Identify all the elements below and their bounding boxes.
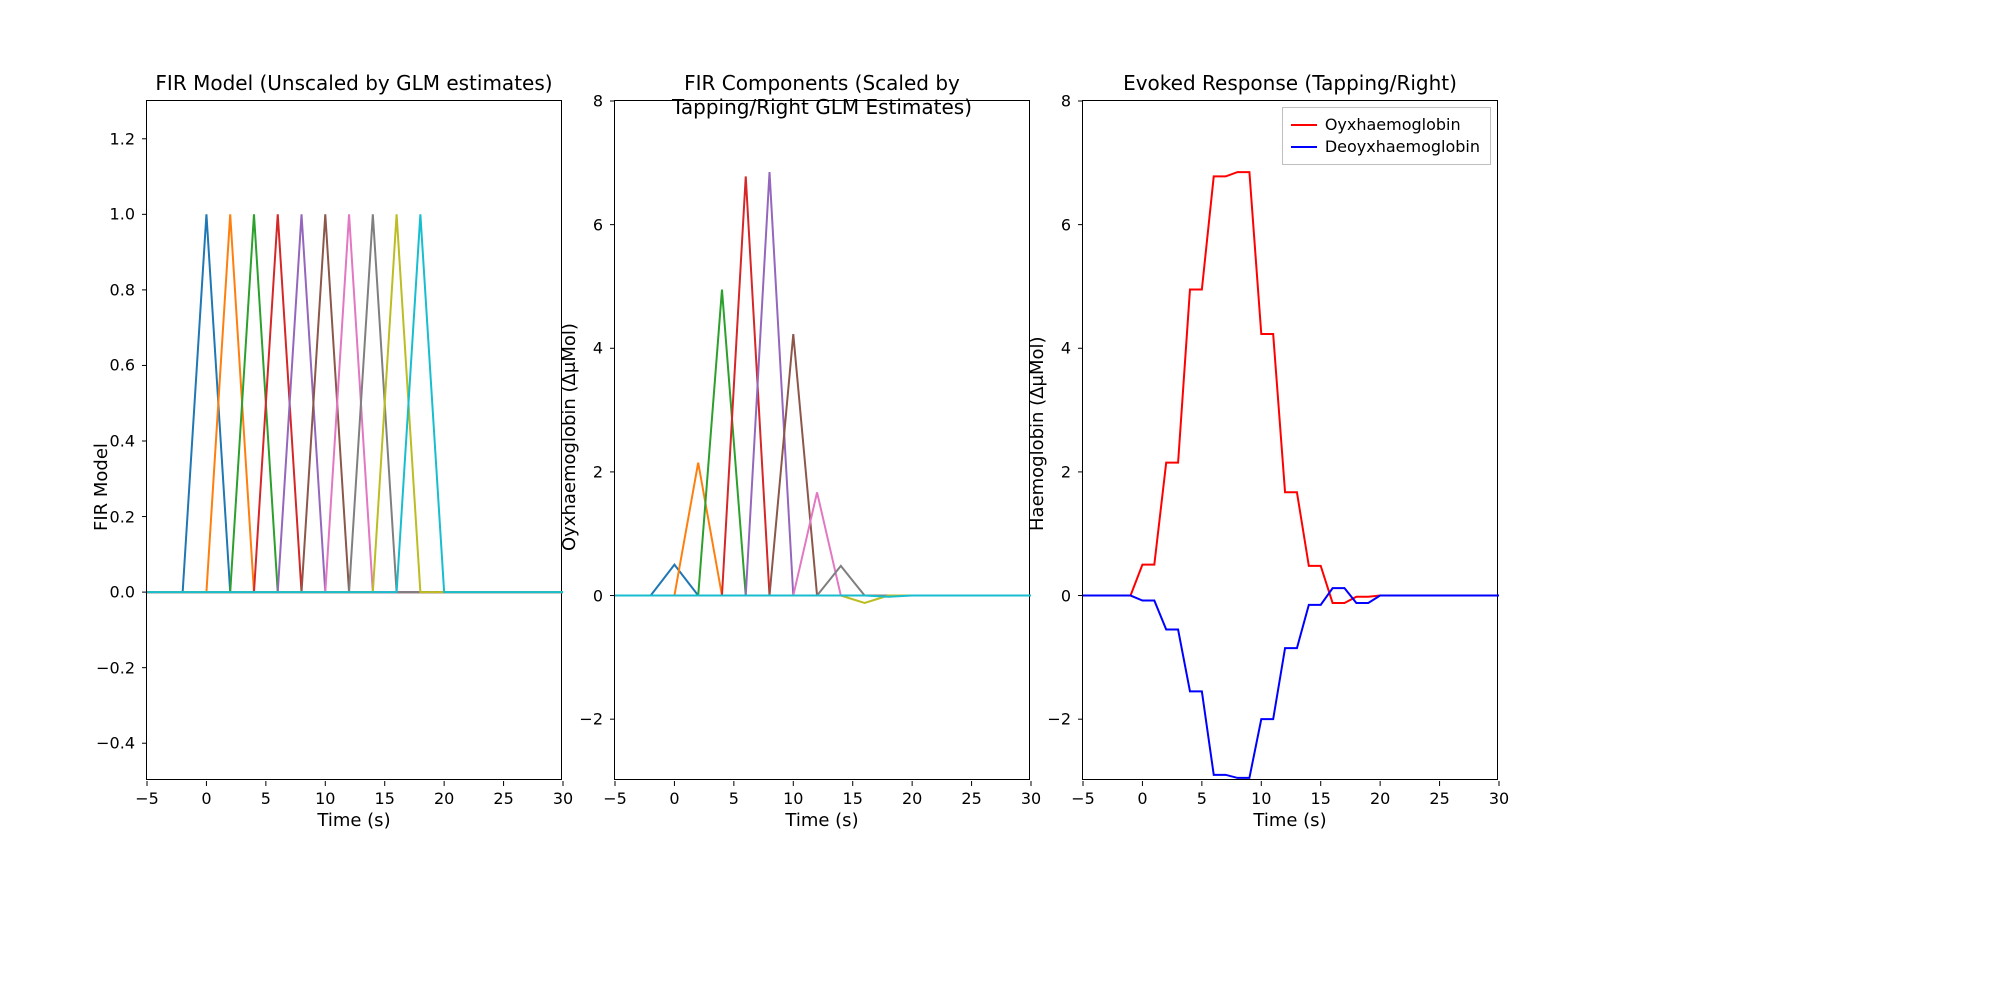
x-tick-label: 20	[902, 789, 922, 808]
y-tick-label: 0.2	[85, 507, 135, 526]
y-tick-label: 0.6	[85, 356, 135, 375]
x-tick-label: 0	[1137, 789, 1147, 808]
legend-item: Deoyxhaemoglobin	[1291, 136, 1480, 158]
x-tick-label: 30	[553, 789, 573, 808]
x-axis-label: Time (s)	[615, 810, 1029, 831]
y-tick-label: 8	[553, 92, 603, 111]
y-tick-label: −0.4	[85, 734, 135, 753]
y-tick-label: 6	[553, 215, 603, 234]
y-tick-label: 1.0	[85, 205, 135, 224]
x-axis-label: Time (s)	[1083, 810, 1497, 831]
y-tick-label: 4	[1021, 339, 1071, 358]
legend-label: Deoyxhaemoglobin	[1325, 136, 1480, 158]
legend-line-icon	[1291, 146, 1317, 148]
y-tick-label: 0.8	[85, 280, 135, 299]
x-tick-label: 20	[1370, 789, 1390, 808]
figure: FIR Model (Unscaled by GLM estimates) Ti…	[0, 0, 2000, 1000]
chart-plot-area	[147, 101, 563, 781]
x-tick-label: 5	[261, 789, 271, 808]
chart-title: Evoked Response (Tapping/Right)	[1083, 71, 1497, 95]
y-tick-label: 0.0	[85, 583, 135, 602]
legend-line-icon	[1291, 124, 1317, 126]
legend: Oyxhaemoglobin Deoyxhaemoglobin	[1282, 107, 1491, 165]
x-tick-label: 25	[493, 789, 513, 808]
y-tick-label: 6	[1021, 215, 1071, 234]
x-tick-label: 15	[375, 789, 395, 808]
chart-panel-fir-model: FIR Model (Unscaled by GLM estimates) Ti…	[146, 100, 562, 780]
x-tick-label: 15	[1311, 789, 1331, 808]
x-tick-label: −5	[135, 789, 159, 808]
chart-plot-area	[1083, 101, 1499, 781]
x-tick-label: −5	[603, 789, 627, 808]
x-tick-label: 5	[729, 789, 739, 808]
y-tick-label: −2	[553, 710, 603, 729]
x-tick-label: 25	[961, 789, 981, 808]
y-tick-label: 1.2	[85, 129, 135, 148]
chart-plot-area	[615, 101, 1031, 781]
chart-panel-evoked-response: Evoked Response (Tapping/Right) Time (s)…	[1082, 100, 1498, 780]
x-tick-label: 30	[1021, 789, 1041, 808]
y-tick-label: 4	[553, 339, 603, 358]
legend-item: Oyxhaemoglobin	[1291, 114, 1480, 136]
x-tick-label: 30	[1489, 789, 1509, 808]
x-tick-label: 0	[669, 789, 679, 808]
y-tick-label: −0.2	[85, 658, 135, 677]
y-tick-label: 0.4	[85, 432, 135, 451]
y-tick-label: 2	[1021, 462, 1071, 481]
y-tick-label: −2	[1021, 710, 1071, 729]
x-tick-label: 10	[1251, 789, 1271, 808]
x-tick-label: 20	[434, 789, 454, 808]
chart-title: FIR Model (Unscaled by GLM estimates)	[147, 71, 561, 95]
x-tick-label: 0	[201, 789, 211, 808]
x-tick-label: 15	[843, 789, 863, 808]
x-tick-label: 5	[1197, 789, 1207, 808]
y-tick-label: 2	[553, 462, 603, 481]
chart-panel-fir-components: FIR Components (Scaled by Tapping/Right …	[614, 100, 1030, 780]
x-tick-label: 10	[783, 789, 803, 808]
x-tick-label: 10	[315, 789, 335, 808]
x-axis-label: Time (s)	[147, 810, 561, 831]
x-tick-label: 25	[1429, 789, 1449, 808]
x-tick-label: −5	[1071, 789, 1095, 808]
y-tick-label: 8	[1021, 92, 1071, 111]
legend-label: Oyxhaemoglobin	[1325, 114, 1461, 136]
y-axis-label: Haemoglobin (ΔμMol)	[1027, 336, 1048, 531]
y-tick-label: 0	[1021, 586, 1071, 605]
y-tick-label: 0	[553, 586, 603, 605]
